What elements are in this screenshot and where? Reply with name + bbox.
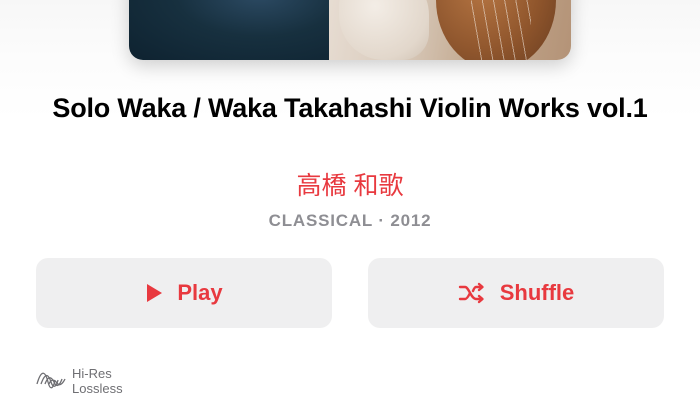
hi-res-lossless-badge: Hi-Res Lossless xyxy=(36,366,123,400)
shuffle-icon xyxy=(458,282,486,304)
artwork-strings xyxy=(471,0,531,60)
hi-res-lossless-icon xyxy=(36,366,66,399)
shuffle-button[interactable]: Shuffle xyxy=(368,258,664,328)
hi-res-label: Hi-Res xyxy=(72,366,112,381)
album-detail-page: Solo Waka / Waka Takahashi Violin Works … xyxy=(0,0,700,400)
album-artist-link[interactable]: 高橋 和歌 xyxy=(0,170,700,202)
play-button-label: Play xyxy=(177,280,223,305)
artwork-violin-panel xyxy=(329,0,571,60)
album-genre-year: CLASSICAL · 2012 xyxy=(268,211,432,230)
artwork-dark-panel xyxy=(129,0,329,60)
shuffle-button-label: Shuffle xyxy=(499,280,575,305)
play-icon xyxy=(145,283,163,303)
album-title: Solo Waka / Waka Takahashi Violin Works … xyxy=(52,93,648,123)
lossless-label: Lossless xyxy=(72,381,123,396)
play-button[interactable]: Play xyxy=(36,258,332,328)
artwork-hand xyxy=(339,0,429,60)
album-artwork[interactable] xyxy=(129,0,571,60)
hi-res-lossless-text: Hi-Res Lossless xyxy=(72,366,123,396)
